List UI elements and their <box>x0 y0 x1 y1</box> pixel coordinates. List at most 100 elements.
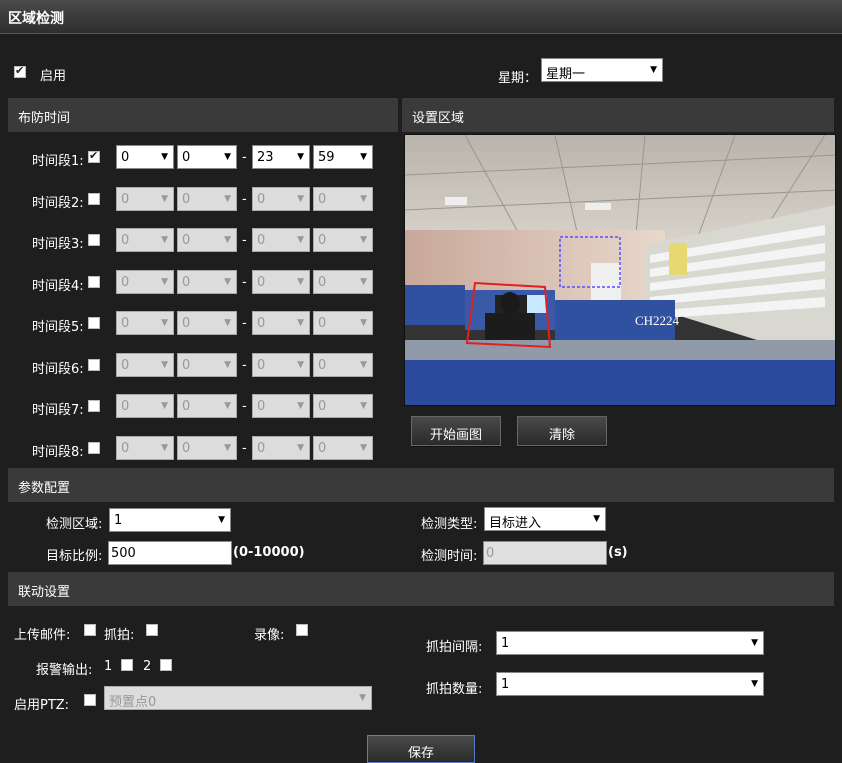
segment-em-value: 0 <box>318 357 327 373</box>
chevron-down-icon: ▼ <box>360 193 367 204</box>
segment-sm-select[interactable]: 0 ▼ <box>177 228 237 252</box>
chevron-down-icon: ▼ <box>360 442 367 453</box>
segment-checkbox[interactable] <box>88 149 100 163</box>
chevron-down-icon: ▼ <box>359 693 366 703</box>
segment-eh-select[interactable]: 0 ▼ <box>252 228 310 252</box>
chevron-down-icon: ▼ <box>297 318 304 328</box>
segment-sh-select[interactable]: 0 ▼ <box>116 186 174 211</box>
segment-dash: - <box>242 440 247 456</box>
segment-em-select[interactable]: 0 ▼ <box>313 352 373 377</box>
segment-checkbox[interactable] <box>88 441 100 454</box>
alarm2-checkbox[interactable] <box>160 659 172 671</box>
segment-em-value: 0 <box>318 274 327 290</box>
save-button[interactable]: 保存 <box>367 735 475 763</box>
segment-eh-select[interactable]: 0 ▼ <box>252 311 310 335</box>
chevron-down-icon: ▼ <box>161 193 168 204</box>
segment-eh-select[interactable]: 0 ▼ <box>252 394 310 418</box>
segment-sm-select[interactable]: 0 ▼ <box>177 145 237 169</box>
chevron-down-icon: ▼ <box>360 401 367 411</box>
count-select-value: 1 <box>501 677 510 692</box>
segment-sh-value: 0 <box>121 440 130 456</box>
segment-sh-select[interactable]: 0 ▼ <box>116 269 174 294</box>
region-select[interactable]: 1 ▼ <box>109 508 231 532</box>
time-input[interactable]: 0 <box>483 541 607 565</box>
segment-sm-select[interactable]: 0 ▼ <box>177 311 237 335</box>
segment-sm-select[interactable]: 0 ▼ <box>177 435 237 460</box>
segment-eh-select[interactable]: 0 ▼ <box>252 435 310 460</box>
segment-em-select[interactable]: 0 ▼ <box>313 394 373 418</box>
start-draw-button[interactable]: 开始画图 <box>411 416 501 446</box>
segment-em-select[interactable]: 0 ▼ <box>313 435 373 460</box>
segment-sh-select[interactable]: 0 ▼ <box>116 228 174 252</box>
segment-sh-value: 0 <box>121 357 130 373</box>
params-section-header: 参数配置 <box>8 468 834 502</box>
segment-label: 时间段1: <box>32 154 84 169</box>
clear-button[interactable]: 清除 <box>517 416 607 446</box>
ratio-label: 目标比例: <box>46 549 103 564</box>
segment-dash: - <box>242 316 247 331</box>
segment-eh-value: 0 <box>257 233 266 248</box>
segment-checkbox[interactable] <box>88 400 100 412</box>
schedule-section-header: 布防时间 <box>8 98 398 132</box>
segment-sh-select[interactable]: 0 ▼ <box>116 311 174 335</box>
segment-sm-select[interactable]: 0 ▼ <box>177 269 237 294</box>
upload-mail-checkbox[interactable] <box>84 624 96 636</box>
week-select[interactable]: 星期一 ▼ <box>541 58 663 82</box>
ptz-preset-select[interactable]: 预置点0 ▼ <box>104 686 372 710</box>
ptz-checkbox[interactable] <box>84 694 96 706</box>
segment-eh-select[interactable]: 0 ▼ <box>252 186 310 211</box>
segment-em-value: 0 <box>318 399 327 414</box>
segment-em-select[interactable]: 0 ▼ <box>313 269 373 294</box>
segment-checkbox[interactable] <box>88 234 100 246</box>
segment-sh-select[interactable]: 0 ▼ <box>116 394 174 418</box>
segment-sm-value: 0 <box>182 399 191 414</box>
alarm1-checkbox[interactable] <box>121 659 133 671</box>
enable-checkbox[interactable] <box>14 64 26 78</box>
chevron-down-icon: ▼ <box>297 359 304 370</box>
chevron-down-icon: ▼ <box>593 514 600 524</box>
segment-sh-value: 0 <box>121 399 130 414</box>
segment-eh-select[interactable]: 0 ▼ <box>252 269 310 294</box>
segment-dash: - <box>242 191 247 207</box>
chevron-down-icon: ▼ <box>297 276 304 287</box>
chevron-down-icon: ▼ <box>224 193 231 204</box>
segment-sh-select[interactable]: 0 ▼ <box>116 352 174 377</box>
segment-sm-select[interactable]: 0 ▼ <box>177 394 237 418</box>
camera-preview[interactable]: CH2224 <box>404 134 836 406</box>
type-label: 检测类型: <box>421 517 478 532</box>
segment-eh-select[interactable]: 0 ▼ <box>252 352 310 377</box>
segment-sm-value: 0 <box>182 191 191 207</box>
count-select[interactable]: 1 ▼ <box>496 672 764 696</box>
segment-eh-value: 0 <box>257 399 266 414</box>
segment-sm-value: 0 <box>182 233 191 248</box>
segment-label: 时间段8: <box>32 444 84 460</box>
segment-eh-select[interactable]: 23 ▼ <box>252 145 310 169</box>
time-label: 检测时间: <box>421 549 478 564</box>
segment-checkbox[interactable] <box>88 275 100 288</box>
chevron-down-icon: ▼ <box>297 152 304 162</box>
record-checkbox[interactable] <box>296 624 308 636</box>
segment-sm-select[interactable]: 0 ▼ <box>177 352 237 377</box>
ratio-input[interactable]: 500 <box>108 541 232 565</box>
segment-checkbox[interactable] <box>88 358 100 371</box>
segment-sm-select[interactable]: 0 ▼ <box>177 186 237 211</box>
chevron-down-icon: ▼ <box>224 359 231 370</box>
segment-sh-select[interactable]: 0 ▼ <box>116 145 174 169</box>
type-select[interactable]: 目标进入 ▼ <box>484 507 606 531</box>
segment-sh-value: 0 <box>121 316 130 331</box>
segment-eh-value: 0 <box>257 440 266 456</box>
week-label: 星期： <box>498 71 538 86</box>
snapshot-checkbox[interactable] <box>146 624 158 636</box>
segment-em-select[interactable]: 59 ▼ <box>313 145 373 169</box>
segment-checkbox[interactable] <box>88 192 100 205</box>
page-title: 区域检测 <box>8 11 64 27</box>
segment-checkbox[interactable] <box>88 317 100 329</box>
segment-em-select[interactable]: 0 ▼ <box>313 228 373 252</box>
chevron-down-icon: ▼ <box>161 276 168 287</box>
segment-label: 时间段5: <box>32 320 84 335</box>
interval-select[interactable]: 1 ▼ <box>496 631 764 655</box>
segment-em-select[interactable]: 0 ▼ <box>313 186 373 211</box>
segment-em-select[interactable]: 0 ▼ <box>313 311 373 335</box>
segment-sh-select[interactable]: 0 ▼ <box>116 435 174 460</box>
chevron-down-icon: ▼ <box>297 193 304 204</box>
